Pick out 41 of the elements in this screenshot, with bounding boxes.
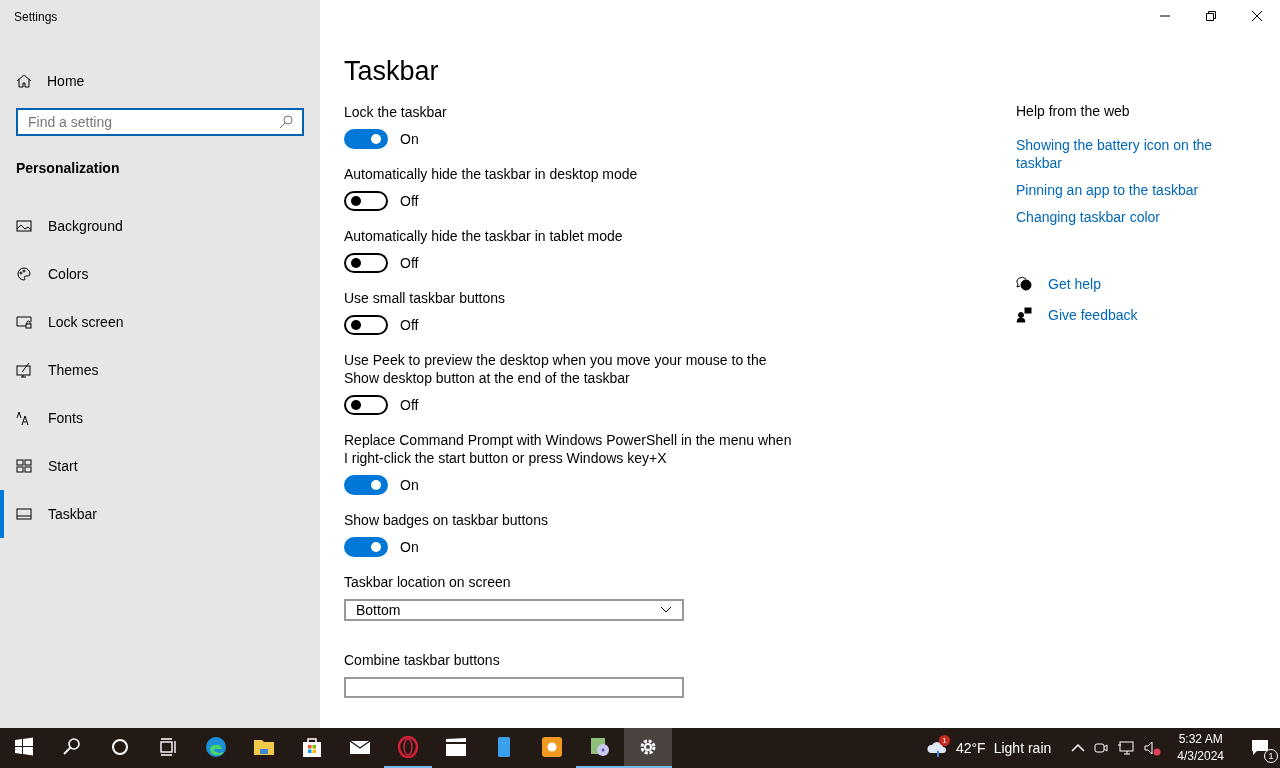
search-field[interactable]: Find a setting	[26, 113, 278, 131]
toggle-state: Off	[400, 397, 419, 413]
search-box[interactable]: Find a setting	[16, 108, 304, 136]
page-title: Taskbar	[344, 56, 440, 87]
setting-label: Lock the taskbar	[344, 103, 448, 121]
toggle-state: Off	[400, 255, 419, 271]
setting-label: Automatically hide the taskbar in desktop mode	[344, 165, 639, 183]
toggle-state: Off	[400, 317, 419, 333]
toggle-state: Off	[400, 193, 419, 209]
nav-item[interactable]: Colors	[0, 250, 320, 298]
toggle-state: On	[400, 477, 419, 493]
clock-time[interactable]: 5:32 AM	[1178, 731, 1223, 748]
setting-label: Use small taskbar buttons	[344, 289, 507, 307]
toggle-state: On	[400, 131, 419, 147]
nav-item[interactable]: Background	[0, 202, 320, 250]
setting-label: Combine taskbar buttons	[344, 650, 501, 669]
nav-item[interactable]: Fonts	[0, 394, 320, 442]
toggle-state: On	[400, 539, 419, 555]
clock-date[interactable]: 4/3/2024	[1177, 748, 1224, 765]
help-link[interactable]: Give feedback	[1048, 306, 1138, 324]
setting-label: Taskbar location on screen	[344, 573, 512, 591]
help-link[interactable]: Get help	[1048, 275, 1101, 293]
help-link[interactable]: Changing taskbar color	[1016, 208, 1236, 226]
weather-condition[interactable]: Light rain	[993, 740, 1052, 756]
window-title: Settings	[13, 9, 59, 26]
setting-label: Use Peek to preview the desktop when you move your mouse to the Show desktop button at the end of the taskbar	[344, 351, 768, 387]
home-nav-item[interactable]: Home	[0, 66, 320, 96]
nav-item[interactable]: Themes	[0, 346, 320, 394]
section-heading: Personalization	[15, 160, 121, 176]
setting-label: Replace Command Prompt with Windows PowerShell in the menu when I right-click the start button or press Windows key+X	[344, 431, 793, 467]
nav-item[interactable]: Lock screen	[0, 298, 320, 346]
weather-temp[interactable]: 42°F	[955, 740, 986, 756]
help-link[interactable]: Pinning an app to the taskbar	[1016, 181, 1236, 199]
help-heading: Help from the web	[1016, 103, 1131, 119]
setting-label: Automatically hide the taskbar in tablet mode	[344, 227, 624, 245]
setting-label: Show badges on taskbar buttons	[344, 511, 549, 529]
help-link[interactable]: Showing the battery icon on the taskbar	[1016, 136, 1236, 172]
dropdown[interactable]: Bottom	[344, 599, 684, 621]
notification-badge: 1	[938, 735, 950, 746]
nav-item[interactable]: Start	[0, 442, 320, 490]
notification-count: 1	[1264, 749, 1278, 763]
